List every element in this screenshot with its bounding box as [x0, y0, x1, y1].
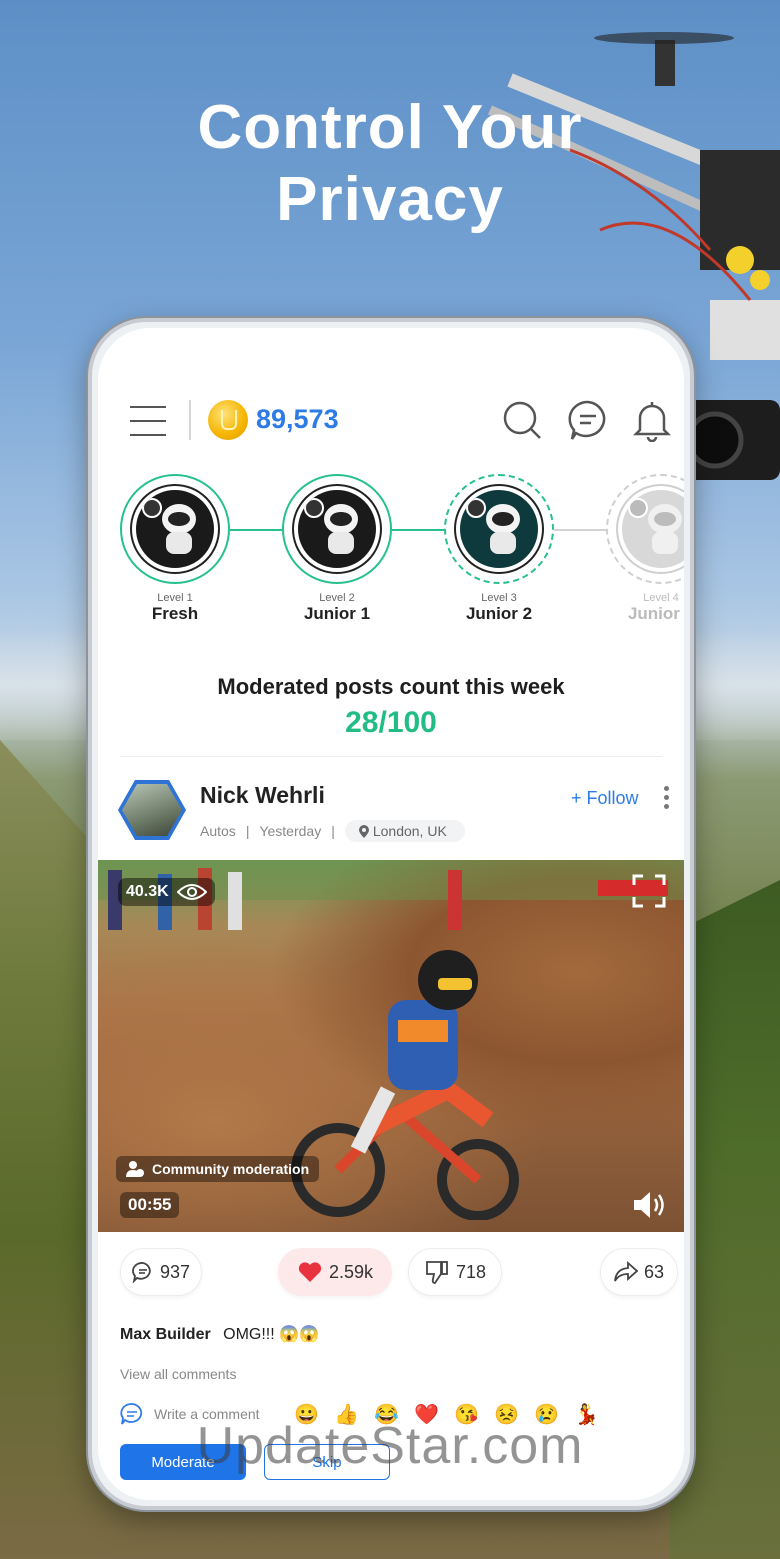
moderation-count: 28/100: [345, 706, 437, 739]
share-icon: [614, 1261, 638, 1282]
topbar-divider: [189, 400, 191, 440]
meta-separator: |: [245, 823, 250, 839]
level-item-3[interactable]: Level 3 Junior 2: [444, 474, 554, 624]
level-name: Fresh: [151, 604, 199, 623]
share-button[interactable]: 63: [600, 1248, 678, 1296]
level-number: Level 4: [643, 592, 679, 604]
bell-icon[interactable]: [630, 398, 674, 442]
level-name: Junior 2: [465, 604, 533, 623]
level-number: Level 3: [481, 592, 517, 604]
moderation-title: Moderated posts count this week: [217, 674, 565, 699]
headline-line-1: Control Your: [197, 93, 583, 162]
headline-line-2: Privacy: [276, 165, 504, 234]
astronaut-avatar-icon: [456, 486, 542, 572]
comment-text: OMG!!! 😱😱: [223, 1326, 319, 1343]
watermark: UpdateStar.com: [196, 1417, 584, 1475]
dislikes-count: 718: [455, 1261, 487, 1282]
top-comment: Max Builder OMG!!! 😱😱: [120, 1324, 319, 1344]
moderator-icon: [126, 1161, 144, 1177]
level-ring: [606, 474, 684, 584]
post-time: Yesterday: [259, 823, 322, 839]
post-category[interactable]: Autos: [200, 823, 236, 839]
location-tag[interactable]: London, UK: [344, 820, 465, 842]
astronaut-avatar-icon: [618, 486, 684, 572]
level-name: Junior 1: [303, 604, 371, 623]
astronaut-avatar-icon: [294, 486, 380, 572]
community-moderation-badge: Community moderation: [116, 1156, 320, 1182]
like-button[interactable]: 2.59k: [278, 1248, 392, 1296]
level-number: Level 1: [157, 592, 193, 604]
section-divider: [120, 756, 662, 757]
level-ring: [444, 474, 554, 584]
menu-icon[interactable]: [130, 406, 166, 436]
more-options-icon[interactable]: [664, 786, 670, 812]
comments-button[interactable]: 937: [120, 1248, 202, 1296]
location-pin-icon: [358, 824, 369, 838]
post-video[interactable]: 40.3K Community moderation 00:55: [98, 860, 684, 1232]
level-item-4[interactable]: Level 4 Junior 3: [606, 474, 684, 624]
chat-icon[interactable]: [566, 398, 610, 442]
headline: Control Your Privacy: [0, 92, 780, 236]
comment-user[interactable]: Max Builder: [120, 1326, 211, 1343]
comments-count: 937: [159, 1261, 191, 1282]
view-count: 40.3K: [118, 878, 215, 906]
level-ring: [120, 474, 230, 584]
video-duration: 00:55: [120, 1192, 180, 1218]
community-moderation-text: Community moderation: [152, 1161, 310, 1177]
meta-separator: |: [331, 823, 335, 839]
level-item-2[interactable]: Level 2 Junior 1: [282, 474, 392, 624]
eye-icon: [176, 884, 207, 900]
level-progress: Level 1 Fresh Level 2 Junior 1 Level 3 J…: [98, 474, 684, 644]
view-count-text: 40.3K: [126, 883, 169, 900]
comment-icon: [132, 1262, 151, 1283]
likes-count: 2.59k: [328, 1261, 374, 1282]
fullscreen-icon[interactable]: [632, 874, 666, 908]
thumbs-down-icon: [426, 1261, 448, 1284]
dislike-button[interactable]: 718: [408, 1248, 502, 1296]
astronaut-avatar-icon: [132, 486, 218, 572]
follow-button[interactable]: + Follow: [571, 788, 639, 809]
coin-balance: 89,573: [256, 404, 339, 434]
level-connector: [392, 529, 444, 531]
location-text: London, UK: [372, 823, 447, 839]
level-connector: [554, 529, 606, 531]
level-ring: [282, 474, 392, 584]
view-all-comments-link[interactable]: View all comments: [120, 1366, 236, 1382]
level-name: Junior 3: [627, 604, 684, 623]
sound-icon[interactable]: [632, 1190, 668, 1220]
coin-icon: [208, 400, 248, 440]
post-actions: 937 2.59k 718 63: [98, 1248, 684, 1298]
shares-count: 63: [643, 1261, 665, 1282]
phone-frame: 89,573 Level 1 Fresh Level 2 Junior 1 Le…: [88, 318, 694, 1510]
heart-icon: [298, 1262, 322, 1282]
top-bar: 89,573: [98, 398, 684, 448]
author-avatar[interactable]: [118, 780, 188, 840]
level-number: Level 2: [319, 592, 355, 604]
level-connector: [230, 529, 282, 531]
search-icon[interactable]: [500, 398, 544, 442]
post-meta: Autos | Yesterday | London, UK: [200, 820, 465, 842]
app-screen: 89,573 Level 1 Fresh Level 2 Junior 1 Le…: [98, 328, 684, 1500]
level-item-1[interactable]: Level 1 Fresh: [120, 474, 230, 624]
author-name[interactable]: Nick Wehrli: [200, 782, 325, 809]
